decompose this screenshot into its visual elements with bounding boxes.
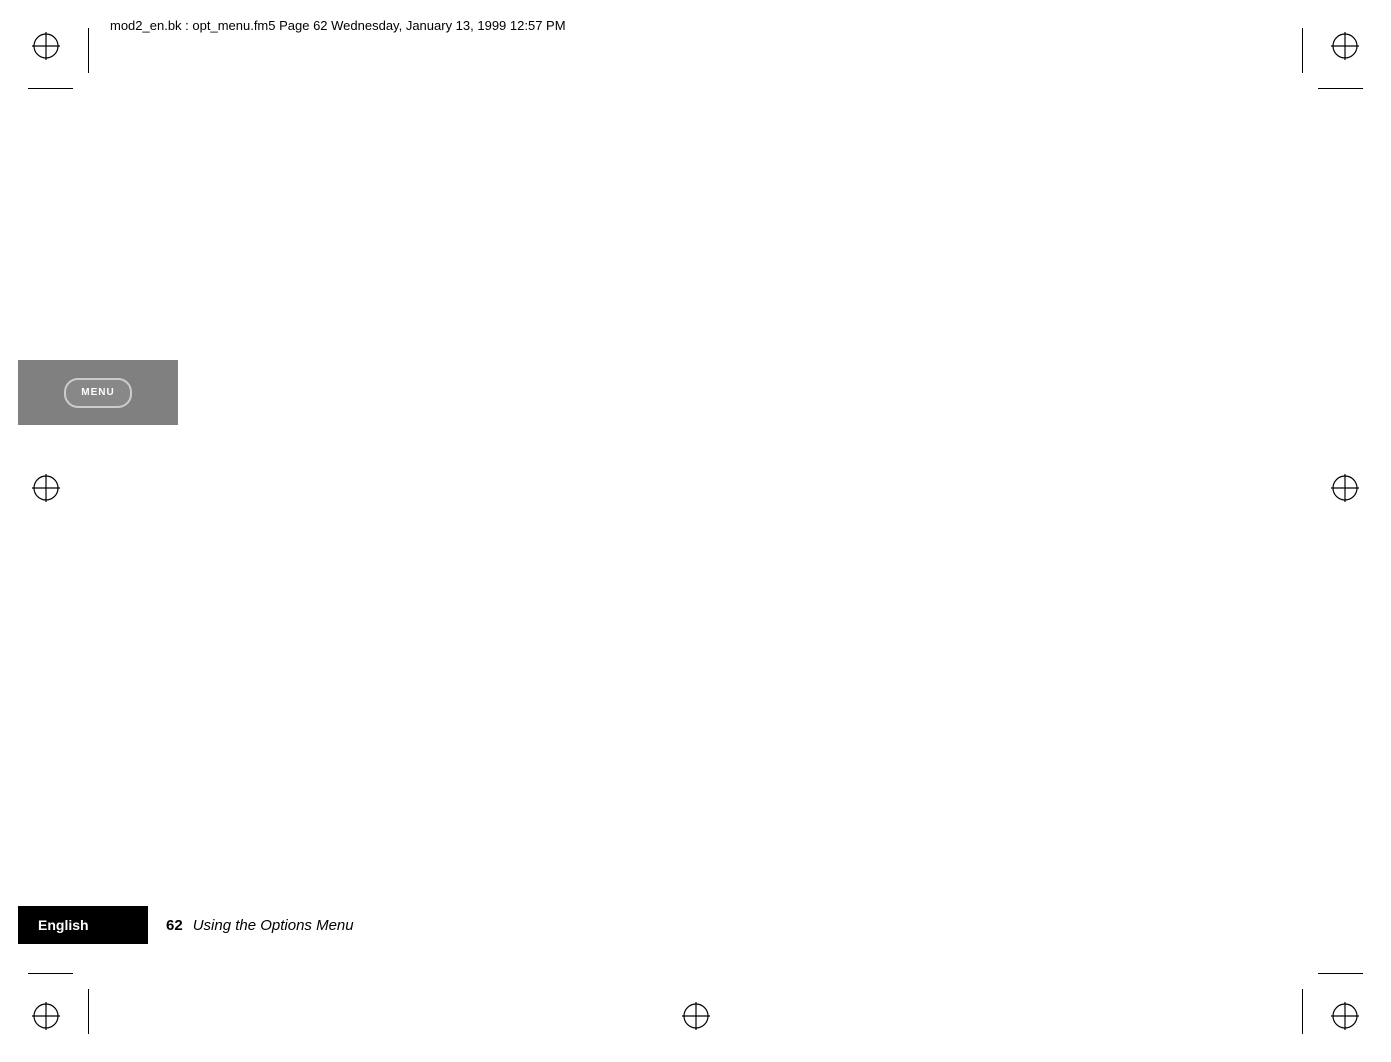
- menu-button-container: MENU: [18, 360, 178, 425]
- registration-mark-bottom-right: [1327, 998, 1363, 1034]
- registration-mark-mid-left: [28, 470, 64, 506]
- corner-tick-br-h: [1318, 973, 1363, 974]
- page-title: Using the Options Menu: [193, 917, 354, 934]
- page-header: mod2_en.bk : opt_menu.fm5 Page 62 Wednes…: [110, 18, 566, 33]
- corner-tick-bl-v: [88, 989, 89, 1034]
- corner-tick-tr-v: [1302, 28, 1303, 73]
- registration-mark-top-left: [28, 28, 64, 64]
- corner-tick-tr-h: [1318, 88, 1363, 89]
- page-number: 62: [166, 917, 183, 934]
- registration-mark-mid-right: [1327, 470, 1363, 506]
- corner-tick-bl-h: [28, 973, 73, 974]
- footer-bar: English 62 Using the Options Menu: [18, 906, 1373, 944]
- menu-button[interactable]: MENU: [64, 378, 132, 408]
- registration-mark-bottom-center: [678, 998, 714, 1034]
- corner-tick-tl-v: [88, 28, 89, 73]
- corner-tick-tl-h: [28, 88, 73, 89]
- corner-tick-br-v: [1302, 989, 1303, 1034]
- menu-button-label: MENU: [81, 387, 114, 398]
- language-badge: English: [18, 906, 148, 944]
- registration-mark-bottom-left: [28, 998, 64, 1034]
- registration-mark-top-right: [1327, 28, 1363, 64]
